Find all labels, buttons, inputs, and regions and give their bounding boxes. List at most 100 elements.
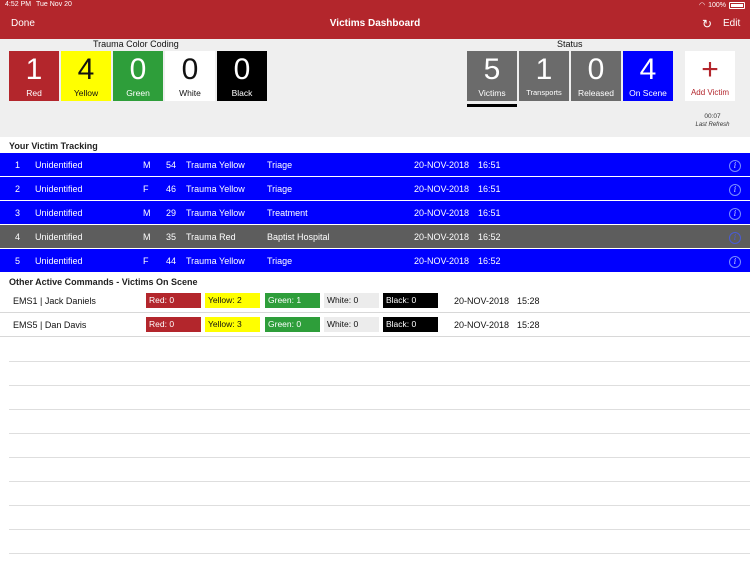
tile-count: 0 [587, 53, 605, 86]
tile-label: Victims [478, 88, 506, 98]
victim-date: 20-NOV-2018 [414, 160, 470, 170]
victim-age: 29 [166, 208, 177, 218]
command-row[interactable]: EMS1 | Jack Daniels Red: 0 Yellow: 2 Gre… [0, 289, 750, 313]
victim-location: Triage [267, 160, 293, 170]
info-icon[interactable]: i [729, 184, 741, 196]
tile-count: 0 [129, 53, 147, 86]
edit-button[interactable]: Edit [723, 18, 740, 29]
command-name: EMS1 | Jack Daniels [13, 296, 96, 306]
battery-percent: 100% [708, 1, 726, 9]
wifi-icon: ◠ [698, 2, 706, 9]
victim-location: Triage [267, 256, 293, 266]
info-icon[interactable]: i [729, 160, 741, 172]
victim-sex: M [143, 232, 151, 242]
victim-tracking-title: Your Victim Tracking [9, 141, 98, 151]
victim-age: 46 [166, 184, 177, 194]
navigation-bar: 4:52 PM Tue Nov 20 ◠ 100% Done Victims D… [0, 0, 750, 39]
victim-trauma: Trauma Yellow [186, 256, 245, 266]
add-victim-label: Add Victim [690, 88, 730, 97]
victim-row[interactable]: 3 Unidentified M 29 Trauma Yellow Treatm… [0, 201, 750, 224]
tile-count: 1 [25, 53, 43, 86]
trauma-coding-title: Trauma Color Coding [93, 39, 179, 49]
status-date: Tue Nov 20 [36, 1, 72, 8]
tile-label: Black [231, 88, 253, 98]
status-title: Status [557, 39, 583, 49]
victim-age: 54 [166, 160, 177, 170]
victim-age: 44 [166, 256, 177, 266]
row-divider [9, 505, 750, 506]
status-tile-on-scene[interactable]: 4 On Scene [623, 51, 673, 101]
yellow-count-badge: Yellow: 3 [205, 317, 260, 332]
row-divider [9, 529, 750, 530]
victim-name: Unidentified [35, 256, 83, 266]
victim-location: Baptist Hospital [267, 232, 330, 242]
tile-label: Yellow [73, 88, 99, 98]
victim-time: 16:51 [478, 184, 501, 194]
status-time: 4:52 PM [5, 1, 32, 8]
victim-time: 16:51 [478, 208, 501, 218]
status-tile-victims[interactable]: 5 Victims [467, 51, 517, 101]
victim-sex: M [143, 208, 151, 218]
victim-number: 3 [15, 208, 21, 218]
row-divider [9, 481, 750, 482]
trauma-tile-red[interactable]: 1 Red [9, 51, 59, 101]
victim-date: 20-NOV-2018 [414, 256, 470, 266]
trauma-tile-yellow[interactable]: 4 Yellow [61, 51, 111, 101]
status-bar: 4:52 PM Tue Nov 20 ◠ 100% [0, 0, 750, 10]
trauma-tile-green[interactable]: 0 Green [113, 51, 163, 101]
victim-date: 20-NOV-2018 [414, 232, 470, 242]
tile-label: Transports [526, 88, 562, 97]
add-victim-button[interactable]: + Add Victim [685, 51, 735, 101]
victim-row[interactable]: 4 Unidentified M 35 Trauma Red Baptist H… [0, 225, 750, 248]
status-right: ◠ 100% [699, 1, 745, 9]
tile-label: Released [578, 88, 614, 98]
victim-number: 5 [15, 256, 21, 266]
tile-count: 4 [639, 53, 657, 86]
command-time: 15:28 [517, 296, 540, 306]
victim-name: Unidentified [35, 208, 83, 218]
yellow-count-badge: Yellow: 2 [205, 293, 260, 308]
info-icon[interactable]: i [729, 256, 741, 268]
green-count-badge: Green: 1 [265, 293, 320, 308]
tile-label: Green [126, 88, 150, 98]
victim-row[interactable]: 5 Unidentified F 44 Trauma Yellow Triage… [0, 249, 750, 272]
white-count-badge: White: 0 [324, 317, 379, 332]
green-count-badge: Green: 0 [265, 317, 320, 332]
victim-name: Unidentified [35, 160, 83, 170]
command-row[interactable]: EMS5 | Dan Davis Red: 0 Yellow: 3 Green:… [0, 313, 750, 337]
trauma-tile-black[interactable]: 0 Black [217, 51, 267, 101]
info-icon[interactable]: i [729, 208, 741, 220]
last-refresh-label: Last Refresh [695, 122, 730, 128]
row-divider [9, 409, 750, 410]
victim-row[interactable]: 2 Unidentified F 46 Trauma Yellow Triage… [0, 177, 750, 200]
victim-number: 1 [15, 160, 21, 170]
white-count-badge: White: 0 [324, 293, 379, 308]
command-name: EMS5 | Dan Davis [13, 320, 87, 330]
trauma-tile-white[interactable]: 0 White [165, 51, 215, 101]
victim-location: Triage [267, 184, 293, 194]
command-time: 15:28 [517, 320, 540, 330]
status-tile-transports[interactable]: 1 Transports [519, 51, 569, 101]
status-tile-released[interactable]: 0 Released [571, 51, 621, 101]
tile-count: 4 [77, 53, 95, 86]
victim-time: 16:52 [478, 232, 501, 242]
victim-row[interactable]: 1 Unidentified M 54 Trauma Yellow Triage… [0, 153, 750, 176]
tile-count: 0 [233, 53, 251, 86]
tile-label: Red [26, 88, 42, 98]
tile-count: 5 [483, 53, 501, 86]
info-icon[interactable]: i [729, 232, 741, 244]
tile-label: White [179, 88, 201, 98]
row-divider [9, 361, 750, 362]
refresh-icon[interactable]: ↻ [702, 17, 712, 31]
summary-panel: Trauma Color Coding 1 Red 4 Yellow 0 Gre… [0, 39, 750, 137]
black-count-badge: Black: 0 [383, 317, 438, 332]
row-divider [9, 457, 750, 458]
victim-name: Unidentified [35, 184, 83, 194]
row-divider [9, 553, 750, 554]
tile-count: 1 [535, 53, 553, 86]
row-divider [9, 385, 750, 386]
victim-time: 16:52 [478, 256, 501, 266]
victim-sex: M [143, 160, 151, 170]
victim-name: Unidentified [35, 232, 83, 242]
selected-indicator [467, 104, 517, 107]
